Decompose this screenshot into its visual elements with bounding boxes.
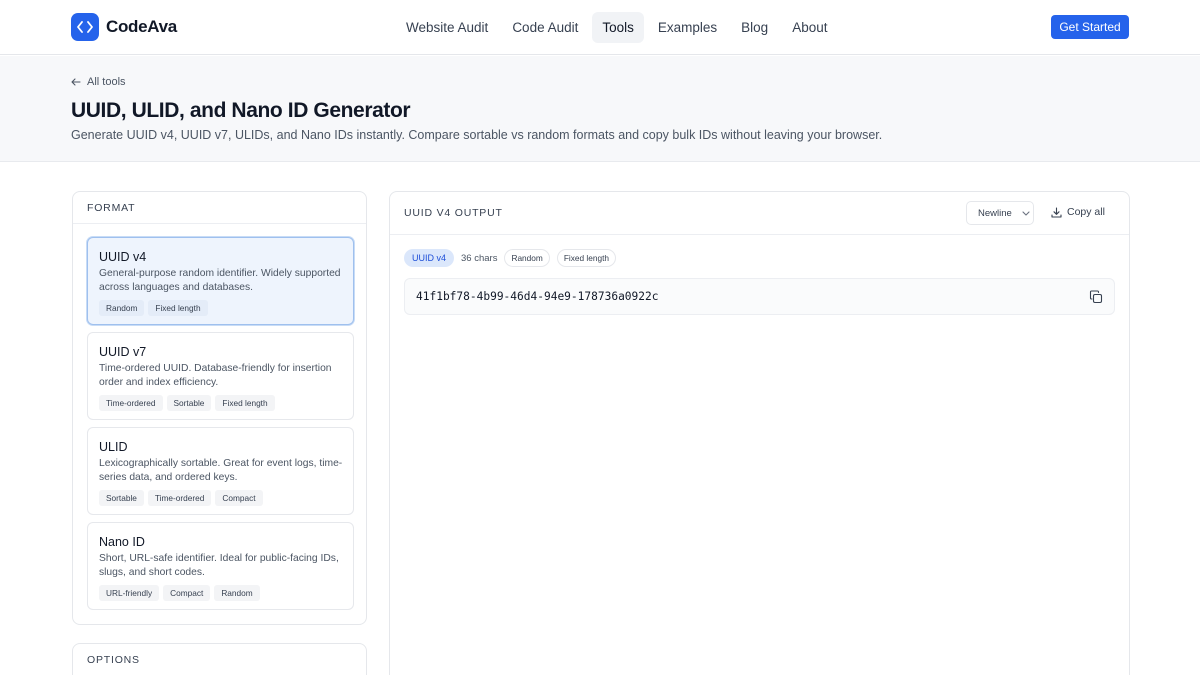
option-tags: Time-ordered Sortable Fixed length xyxy=(99,395,275,411)
nav-code-audit[interactable]: Code Audit xyxy=(502,12,588,43)
options-heading: OPTIONS xyxy=(87,654,140,666)
copy-icon[interactable] xyxy=(1089,290,1103,304)
separator-value: Newline xyxy=(978,207,1012,219)
char-count: 36 chars xyxy=(461,252,498,264)
top-navbar: CodeAva Website Audit Code Audit Tools E… xyxy=(0,0,1200,55)
option-description: Time-ordered UUID. Database-friendly for… xyxy=(99,363,332,388)
format-panel: FORMAT UUID v4 General-purpose random id… xyxy=(72,191,367,625)
format-option-uuid-v7[interactable]: UUID v7 Time-ordered UUID. Database-frie… xyxy=(87,332,354,420)
option-description: General-purpose random identifier. Widel… xyxy=(99,268,341,293)
format-option-ulid[interactable]: ULID Lexicographically sortable. Great f… xyxy=(87,427,354,515)
tag: Random xyxy=(214,585,260,601)
format-badge: UUID v4 xyxy=(404,249,455,267)
format-option-nano-id[interactable]: Nano ID Short, URL-safe identifier. Idea… xyxy=(87,522,354,610)
brand-logo[interactable]: CodeAva xyxy=(71,13,177,41)
tag: Compact xyxy=(215,490,263,506)
output-row: 41f1bf78-4b99-46d4-94e9-178736a0922c xyxy=(404,278,1115,315)
all-tools-link[interactable]: All tools xyxy=(71,76,126,88)
output-meta: UUID v4 36 chars Random Fixed length xyxy=(404,249,617,267)
options-panel: OPTIONS xyxy=(72,643,367,675)
format-heading: FORMAT xyxy=(87,202,136,214)
option-tags: Random Fixed length xyxy=(99,300,208,316)
option-title: ULID xyxy=(99,440,128,454)
nav-website-audit[interactable]: Website Audit xyxy=(396,12,498,43)
nav-blog[interactable]: Blog xyxy=(731,12,778,43)
divider xyxy=(73,223,366,224)
divider xyxy=(390,234,1129,235)
nav-examples[interactable]: Examples xyxy=(648,12,727,43)
output-panel: UUID V4 OUTPUT Newline Copy all UUID v4 … xyxy=(389,191,1130,675)
page-header: All tools UUID, ULID, and Nano ID Genera… xyxy=(0,56,1200,162)
option-title: UUID v4 xyxy=(99,250,147,264)
nav-tools[interactable]: Tools xyxy=(592,12,644,43)
trait-pill: Fixed length xyxy=(556,249,617,267)
page-subtitle: Generate UUID v4, UUID v7, ULIDs, and Na… xyxy=(71,128,883,142)
tag: URL-friendly xyxy=(99,585,160,601)
option-description: Short, URL-safe identifier. Ideal for pu… xyxy=(99,553,339,578)
get-started-button[interactable]: Get Started xyxy=(1051,15,1129,39)
tag: Random xyxy=(99,300,145,316)
tag: Time-ordered xyxy=(147,490,212,506)
tag: Sortable xyxy=(99,490,144,506)
generated-id[interactable]: 41f1bf78-4b99-46d4-94e9-178736a0922c xyxy=(416,290,658,303)
nav-about[interactable]: About xyxy=(782,12,837,43)
page-title: UUID, ULID, and Nano ID Generator xyxy=(71,99,411,122)
main-nav: Website Audit Code Audit Tools Examples … xyxy=(396,12,837,43)
tag: Time-ordered xyxy=(99,395,163,411)
copy-all-label: Copy all xyxy=(1067,206,1105,218)
separator-select[interactable]: Newline xyxy=(966,201,1034,225)
tag: Compact xyxy=(163,585,211,601)
all-tools-label: All tools xyxy=(87,76,126,88)
tag: Sortable xyxy=(166,395,212,411)
brand-name: CodeAva xyxy=(106,17,177,36)
arrow-left-icon xyxy=(71,78,81,86)
copy-all-button[interactable]: Copy all xyxy=(1051,206,1105,218)
option-title: UUID v7 xyxy=(99,345,147,359)
tag: Fixed length xyxy=(148,300,208,316)
option-description: Lexicographically sortable. Great for ev… xyxy=(99,458,343,483)
tag: Fixed length xyxy=(215,395,275,411)
option-title: Nano ID xyxy=(99,535,145,549)
option-tags: Sortable Time-ordered Compact xyxy=(99,490,263,506)
code-brackets-icon xyxy=(71,13,99,41)
trait-pill: Random xyxy=(504,249,550,267)
output-heading: UUID V4 OUTPUT xyxy=(404,207,503,219)
format-option-uuid-v4[interactable]: UUID v4 General-purpose random identifie… xyxy=(87,237,354,325)
download-icon xyxy=(1051,206,1062,218)
chevron-down-icon xyxy=(1022,210,1030,216)
option-tags: URL-friendly Compact Random xyxy=(99,585,260,601)
